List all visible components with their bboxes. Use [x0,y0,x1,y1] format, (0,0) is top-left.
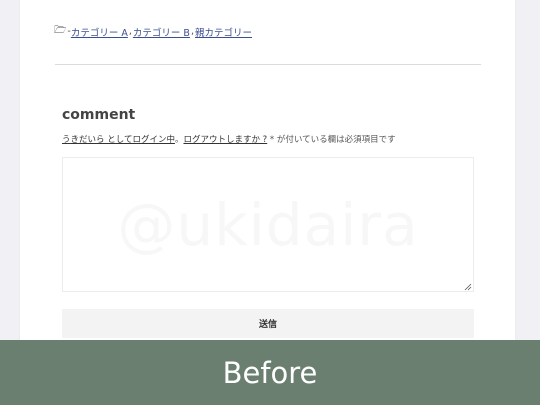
submit-button[interactable]: 送信 [62,309,474,338]
before-banner: Before [0,340,540,405]
banner-label: Before [222,355,318,390]
category-link-b[interactable]: カテゴリー B [133,25,190,39]
required-note: * が付いている欄は必須項目です [269,135,396,145]
category-link-parent[interactable]: 親カテゴリー [195,25,252,39]
folder-icon: 🗁 [54,25,67,36]
logout-link[interactable]: ログアウトしますか ? [183,135,267,145]
category-separator: , [128,26,132,37]
category-links: 🗁 - カテゴリー A , カテゴリー B , 親カテゴリー [54,23,252,40]
logged-in-as-link[interactable]: うきだいら としてログイン中 [62,135,175,145]
category-link-a[interactable]: カテゴリー A [71,25,128,39]
login-status-line: うきだいら としてログイン中。ログアウトしますか ? * が付いている欄は必須項… [62,133,396,145]
section-divider [55,64,481,65]
resize-grip-icon[interactable] [464,283,472,291]
category-separator: , [190,26,194,37]
comment-title: comment [62,107,136,123]
comment-textarea[interactable] [62,157,474,292]
